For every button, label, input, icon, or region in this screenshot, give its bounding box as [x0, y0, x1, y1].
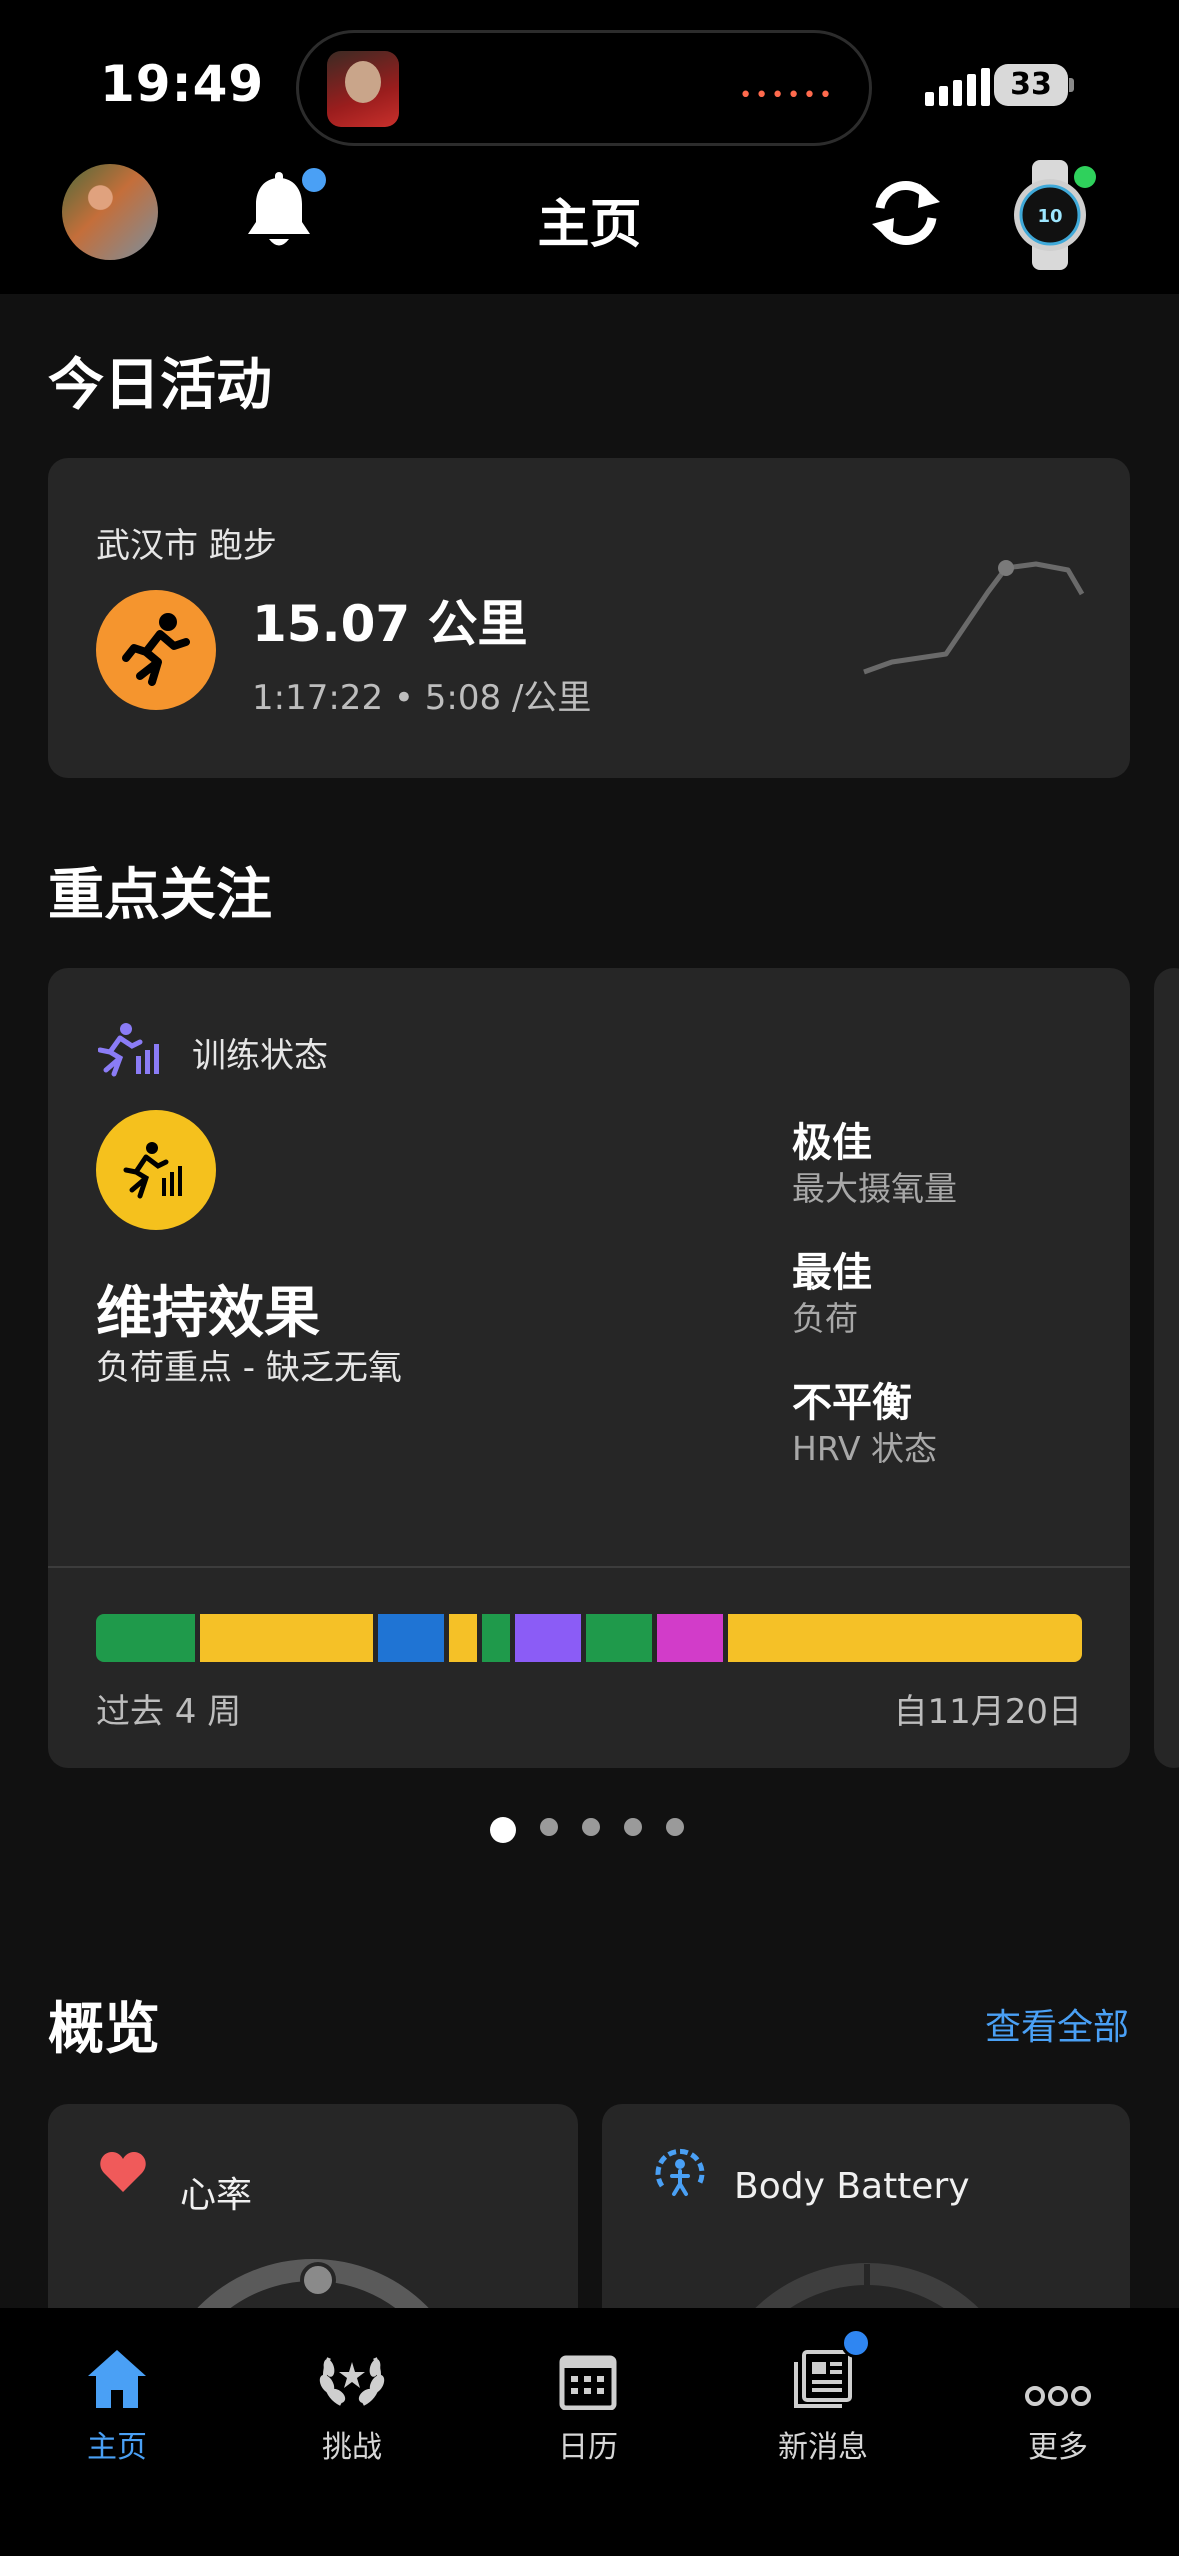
laurel-icon — [252, 2330, 452, 2410]
status-time: 19:49 — [100, 55, 265, 113]
training-status-icon — [97, 1022, 164, 1082]
newsfeed-icon — [723, 2330, 923, 2410]
training-history-segment — [96, 1614, 195, 1662]
sync-icon[interactable] — [866, 178, 946, 248]
app-header: 主页 10 — [0, 160, 1179, 294]
nav-newsfeed[interactable]: 新消息 — [723, 2328, 923, 2466]
training-status-badge-icon — [96, 1110, 216, 1230]
body-battery-title: Body Battery — [734, 2166, 970, 2207]
training-history-bar — [96, 1614, 1082, 1662]
training-history-segment — [585, 1614, 652, 1662]
metric-vo2max-value: 极佳 — [792, 1120, 872, 1166]
running-icon — [96, 590, 216, 710]
metric-vo2max-label: 最大摄氧量 — [792, 1169, 957, 1208]
next-focus-card[interactable] — [1154, 968, 1179, 1768]
nav-more[interactable]: 更多 — [958, 2330, 1158, 2466]
training-history-segment — [481, 1614, 510, 1662]
heart-icon — [98, 2148, 148, 2202]
svg-text:10: 10 — [1037, 206, 1062, 227]
today-section-title: 今日活动 — [48, 353, 272, 418]
pager-dot[interactable] — [540, 1818, 558, 1836]
pager-dot[interactable] — [624, 1818, 642, 1836]
card-divider — [48, 1566, 1130, 1568]
cellular-signal-icon — [925, 68, 995, 106]
newsfeed-badge — [841, 2328, 871, 2358]
audio-waveform-icon: •••••• — [739, 83, 835, 108]
period-label: 过去 4 周 — [96, 1692, 242, 1732]
training-history-segment — [727, 1614, 1082, 1662]
pager-dot[interactable] — [582, 1818, 600, 1836]
home-icon — [17, 2330, 217, 2410]
activity-location: 武汉市 跑步 — [96, 526, 277, 566]
training-status-subtitle: 负荷重点 - 缺乏无氧 — [96, 1348, 402, 1388]
activity-distance: 15.07 公里 — [252, 595, 528, 653]
now-playing-thumbnail[interactable] — [327, 51, 399, 127]
calendar-icon — [488, 2330, 688, 2410]
metric-hrv-label: HRV 状态 — [792, 1429, 938, 1468]
training-history-segment — [656, 1614, 723, 1662]
focus-section-title: 重点关注 — [48, 863, 272, 928]
heart-rate-title: 心率 — [180, 2175, 253, 2216]
pager-dot[interactable] — [666, 1818, 684, 1836]
training-history-segment — [514, 1614, 581, 1662]
overview-section-title: 概览 — [48, 1997, 160, 2062]
bottom-nav: 主页 挑战 日历 新消息 更多 — [0, 2308, 1179, 2556]
status-bar: 19:49 •••••• 33 — [0, 0, 1179, 160]
more-icon — [958, 2330, 1158, 2410]
battery-tip — [1069, 78, 1074, 92]
page-title: 主页 — [537, 195, 642, 255]
training-status-card[interactable]: 训练状态 维持效果 负荷重点 - 缺乏无氧 极佳 最大摄氧量 最佳 负荷 不平衡… — [48, 968, 1130, 1768]
training-history-segment — [448, 1614, 477, 1662]
training-status-headline: 维持效果 — [96, 1281, 320, 1346]
training-status-label: 训练状态 — [192, 1036, 328, 1076]
metric-hrv-value: 不平衡 — [792, 1380, 912, 1426]
view-all-link[interactable]: 查看全部 — [985, 1998, 1129, 2050]
training-history-segment — [377, 1614, 444, 1662]
nav-more-label: 更多 — [1028, 2430, 1088, 2465]
nav-home[interactable]: 主页 — [17, 2330, 217, 2466]
nav-challenges-label: 挑战 — [322, 2430, 382, 2465]
route-map-icon — [856, 548, 1136, 682]
nav-newsfeed-label: 新消息 — [778, 2430, 868, 2465]
activity-card[interactable]: 武汉市 跑步 15.07 公里 1:17:22 • 5:08 /公里 — [48, 458, 1130, 778]
training-history-segment — [199, 1614, 373, 1662]
pager-dot[interactable] — [490, 1816, 516, 1843]
nav-calendar-label: 日历 — [558, 2430, 618, 2465]
nav-calendar[interactable]: 日历 — [488, 2330, 688, 2466]
nav-challenges[interactable]: 挑战 — [252, 2330, 452, 2466]
body-battery-icon — [652, 2144, 708, 2204]
metric-load-value: 最佳 — [792, 1250, 872, 1296]
battery-indicator: 33 — [994, 64, 1068, 106]
device-connected-dot — [1074, 166, 1096, 188]
dynamic-island[interactable]: •••••• — [296, 30, 872, 146]
metric-load-label: 负荷 — [792, 1299, 858, 1338]
activity-detail: 1:17:22 • 5:08 /公里 — [252, 678, 592, 718]
carousel-pager[interactable] — [490, 1816, 708, 1843]
period-start-date: 自11月20日 — [893, 1692, 1082, 1732]
nav-home-label: 主页 — [87, 2430, 147, 2465]
